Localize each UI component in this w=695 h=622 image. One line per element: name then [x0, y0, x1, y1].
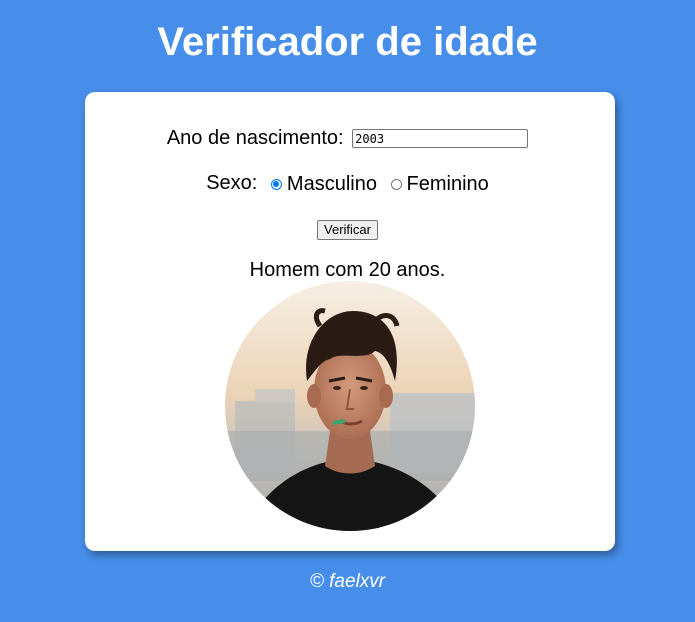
sex-option-masculino[interactable]: Masculino [263, 172, 377, 196]
birth-year-label: Ano de nascimento: [166, 127, 344, 149]
result-row: Homem com 20 anos. [0, 258, 695, 282]
feminino-label[interactable]: Feminino [407, 173, 489, 195]
sex-option-feminino[interactable]: Feminino [383, 172, 489, 196]
feminino-radio[interactable] [390, 178, 402, 190]
verify-button[interactable]: Verificar [317, 219, 378, 240]
result-text: Homem com 20 anos. [249, 259, 446, 281]
sex-row: Sexo: Masculino Feminino [0, 171, 695, 196]
result-photo [225, 281, 475, 531]
sex-label: Sexo: [206, 172, 258, 194]
page-title: Verificador de idade [157, 20, 538, 64]
masculino-label[interactable]: Masculino [287, 173, 377, 195]
verify-row: Verificar [0, 216, 695, 240]
footer-credit: © faelxvr [309, 571, 386, 592]
birth-year-input[interactable] [352, 129, 529, 149]
masculino-radio[interactable] [270, 178, 282, 190]
portrait-photo-icon [225, 281, 475, 531]
birth-year-row: Ano de nascimento: [0, 126, 695, 150]
